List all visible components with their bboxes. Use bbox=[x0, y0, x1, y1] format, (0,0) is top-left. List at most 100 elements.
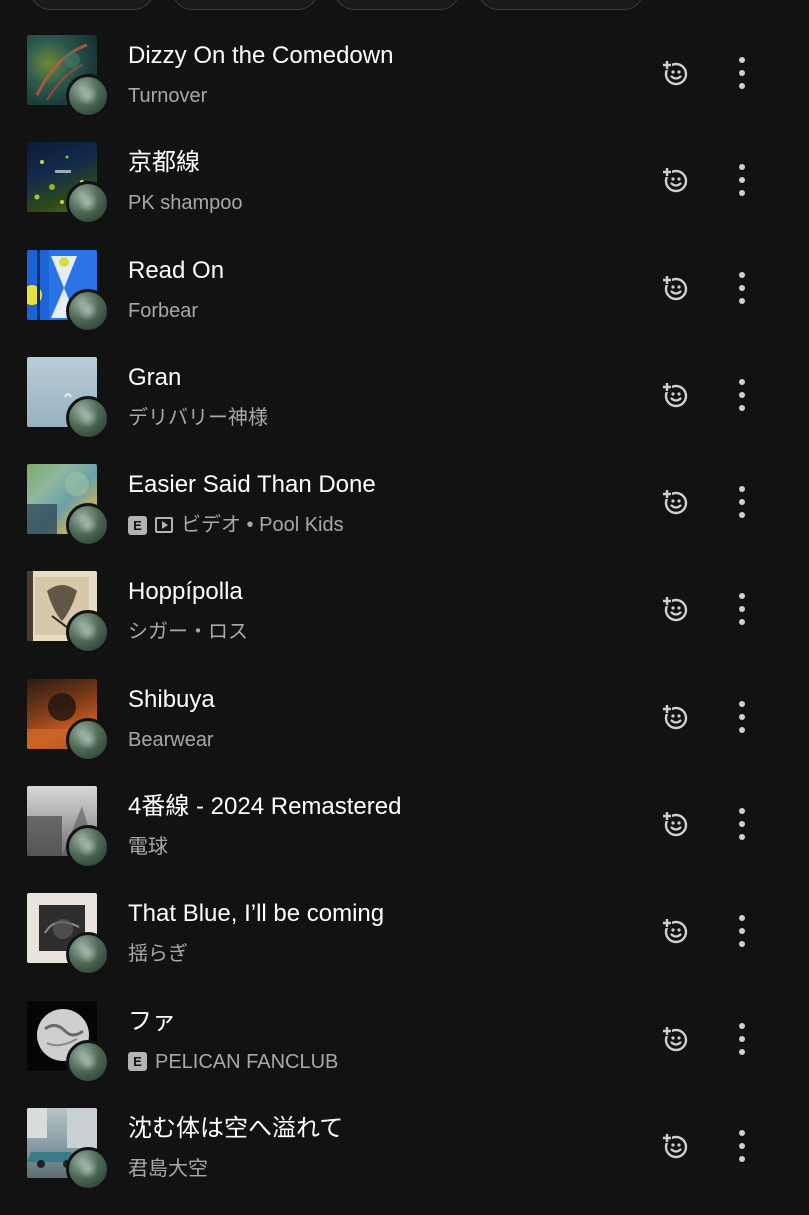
add-to-mix-button[interactable] bbox=[655, 268, 695, 308]
artist-name: 電球 bbox=[128, 836, 168, 859]
more-options-button[interactable] bbox=[722, 589, 762, 629]
smiley-plus-icon bbox=[660, 809, 690, 839]
track-row[interactable]: Dizzy On the Comedown Turnover bbox=[0, 35, 809, 142]
more-vertical-icon bbox=[737, 1022, 747, 1056]
more-vertical-icon bbox=[737, 700, 747, 734]
more-options-button[interactable] bbox=[722, 53, 762, 93]
track-title: Easier Said Than Done bbox=[128, 471, 376, 499]
track-artist: 電球 bbox=[128, 834, 168, 860]
artwork-group bbox=[27, 893, 110, 977]
content-type-label: ビデオ • bbox=[181, 514, 260, 537]
track-artist: Turnover bbox=[128, 83, 207, 109]
track-artist: PK shampoo bbox=[128, 190, 243, 216]
explicit-badge: E bbox=[128, 515, 147, 535]
track-row[interactable]: Easier Said Than Done E ビデオ • Pool Kids bbox=[0, 464, 809, 571]
add-to-mix-button[interactable] bbox=[655, 482, 695, 522]
track-row[interactable]: ファ E PELICAN FANCLUB bbox=[0, 1000, 809, 1108]
add-to-mix-button[interactable] bbox=[655, 53, 695, 93]
smiley-plus-icon bbox=[660, 702, 690, 732]
smiley-plus-icon bbox=[660, 380, 690, 410]
smiley-plus-icon bbox=[660, 1131, 690, 1161]
track-title: Gran bbox=[128, 363, 182, 391]
track-title: 4番線 - 2024 Remastered bbox=[128, 793, 402, 821]
filter-chip[interactable] bbox=[478, 0, 644, 10]
profile-avatar bbox=[66, 932, 110, 977]
track-artist: E PELICAN FANCLUB bbox=[128, 1049, 338, 1075]
add-to-mix-button[interactable] bbox=[655, 160, 695, 200]
track-title: 京都線 bbox=[128, 149, 200, 177]
track-title: Shibuya bbox=[128, 685, 215, 713]
more-vertical-icon bbox=[737, 378, 747, 412]
track-list: Dizzy On the Comedown Turnover 京都線 PK sh… bbox=[0, 35, 809, 1215]
more-options-button[interactable] bbox=[722, 1019, 762, 1059]
smiley-plus-icon bbox=[660, 1024, 690, 1054]
more-options-button[interactable] bbox=[722, 160, 762, 200]
more-options-button[interactable] bbox=[722, 804, 762, 844]
video-icon bbox=[155, 517, 173, 534]
track-artist: シガー・ロス bbox=[128, 619, 248, 645]
artist-name: シガー・ロス bbox=[128, 621, 248, 644]
track-row[interactable]: 4番線 - 2024 Remastered 電球 bbox=[0, 786, 809, 893]
more-options-button[interactable] bbox=[722, 911, 762, 951]
add-to-mix-button[interactable] bbox=[655, 697, 695, 737]
profile-avatar bbox=[66, 503, 110, 548]
filter-chips bbox=[30, 0, 670, 10]
track-title: Dizzy On the Comedown bbox=[128, 42, 394, 69]
explicit-badge: E bbox=[128, 1052, 147, 1072]
add-to-mix-button[interactable] bbox=[655, 911, 695, 951]
filter-chip[interactable] bbox=[172, 0, 318, 10]
artwork-group bbox=[27, 1107, 110, 1191]
artist-name: 揺らぎ bbox=[128, 943, 188, 966]
profile-avatar bbox=[66, 288, 110, 333]
add-to-mix-button[interactable] bbox=[655, 1019, 695, 1059]
profile-avatar bbox=[66, 1146, 110, 1191]
track-artist: Bearwear bbox=[128, 727, 214, 753]
track-artist: E ビデオ • Pool Kids bbox=[128, 512, 344, 538]
add-to-mix-button[interactable] bbox=[655, 589, 695, 629]
smiley-plus-icon bbox=[660, 487, 690, 517]
add-to-mix-button[interactable] bbox=[655, 1126, 695, 1166]
track-artist: Forbear bbox=[128, 298, 198, 324]
more-options-button[interactable] bbox=[722, 482, 762, 522]
more-vertical-icon bbox=[737, 485, 747, 519]
track-title: Read On bbox=[128, 256, 225, 284]
track-artist: 揺らぎ bbox=[128, 941, 188, 967]
artist-name: デリバリー神様 bbox=[128, 406, 268, 429]
artwork-group bbox=[27, 464, 110, 548]
track-row[interactable]: 京都線 PK shampoo bbox=[0, 142, 809, 249]
track-row[interactable]: Hoppípolla シガー・ロス bbox=[0, 571, 809, 678]
add-to-mix-button[interactable] bbox=[655, 804, 695, 844]
track-row[interactable]: 沈む体は空へ溢れて 君島大空 bbox=[0, 1107, 809, 1215]
track-title: ファ bbox=[128, 1007, 176, 1035]
track-title: 沈む体は空へ溢れて bbox=[128, 1114, 344, 1142]
smiley-plus-icon bbox=[660, 58, 690, 88]
track-row[interactable]: That Blue, I’ll be coming 揺らぎ bbox=[0, 893, 809, 1000]
artist-name: Bearwear bbox=[128, 728, 214, 751]
artist-name: 君島大空 bbox=[128, 1157, 208, 1180]
track-artist: デリバリー神様 bbox=[128, 405, 268, 431]
filter-chip[interactable] bbox=[334, 0, 460, 10]
more-options-button[interactable] bbox=[722, 375, 762, 415]
smiley-plus-icon bbox=[660, 594, 690, 624]
artwork-group bbox=[27, 35, 110, 118]
artwork-group bbox=[27, 1000, 110, 1084]
more-vertical-icon bbox=[737, 163, 747, 197]
profile-avatar bbox=[66, 395, 110, 440]
more-options-button[interactable] bbox=[722, 1126, 762, 1166]
add-to-mix-button[interactable] bbox=[655, 375, 695, 415]
artist-name: PK shampoo bbox=[128, 192, 243, 215]
more-vertical-icon bbox=[737, 807, 747, 841]
more-options-button[interactable] bbox=[722, 268, 762, 308]
filter-chip[interactable] bbox=[30, 0, 154, 10]
smiley-plus-icon bbox=[660, 165, 690, 195]
more-vertical-icon bbox=[737, 914, 747, 948]
artwork-group bbox=[27, 142, 110, 226]
artwork-group bbox=[27, 571, 110, 655]
track-row[interactable]: Gran デリバリー神様 bbox=[0, 356, 809, 464]
track-title: Hoppípolla bbox=[128, 578, 243, 606]
artwork-group bbox=[27, 678, 110, 762]
track-row[interactable]: Shibuya Bearwear bbox=[0, 678, 809, 786]
track-row[interactable]: Read On Forbear bbox=[0, 249, 809, 357]
more-options-button[interactable] bbox=[722, 697, 762, 737]
profile-avatar bbox=[66, 74, 110, 118]
